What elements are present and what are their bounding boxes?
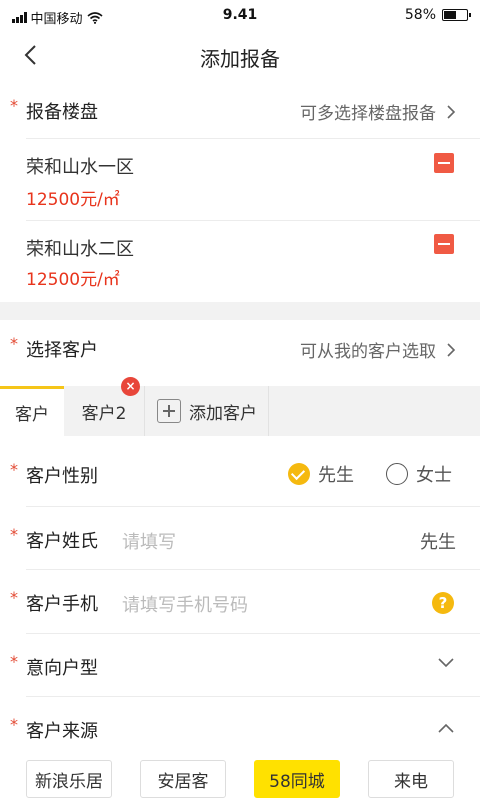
source-chip[interactable]: 安居客 <box>140 760 226 798</box>
customer-tabs: 客户 客户2 × 添加客户 <box>0 377 480 436</box>
tab-label: 客户2 <box>81 403 127 424</box>
house-type-label: 意向户型 <box>26 658 98 679</box>
surname-label: 客户姓氏 <box>26 531 98 552</box>
required-mark: * <box>10 96 18 115</box>
battery-icon <box>442 9 471 21</box>
add-customer-label: 添加客户 <box>189 403 257 424</box>
project-label: 报备楼盘 <box>26 102 98 123</box>
gender-option-label: 先生 <box>318 465 354 486</box>
house-type-row[interactable]: * 意向户型 <box>0 634 480 696</box>
gender-option-female[interactable]: 女士 <box>386 461 452 487</box>
close-tab-icon[interactable]: × <box>121 377 140 396</box>
required-mark: * <box>10 460 18 479</box>
surname-input[interactable]: 请填写 <box>122 528 176 554</box>
customer-select-label: 选择客户 <box>26 340 98 361</box>
source-label: 客户来源 <box>26 721 98 742</box>
gender-option-label: 女士 <box>416 465 452 486</box>
source-row[interactable]: * 客户来源 <box>0 697 480 759</box>
required-mark: * <box>10 525 18 544</box>
radio-checked-icon <box>288 463 310 485</box>
phone-input[interactable]: 请填写手机号码 <box>122 591 248 617</box>
source-chip-selected[interactable]: 58同城 <box>254 760 340 798</box>
phone-row[interactable]: * 客户手机 请填写手机号码 ? <box>0 570 480 632</box>
project-price: 12500元/㎡ <box>26 270 120 290</box>
battery-percent: 58% <box>404 7 436 23</box>
nav-bar: 添加报备 <box>0 34 480 78</box>
page-title: 添加报备 <box>200 47 280 71</box>
customer-select-row[interactable]: * 选择客户 可从我的客户选取 <box>0 322 480 374</box>
project-select-row[interactable]: * 报备楼盘 可多选择楼盘报备 <box>0 88 480 138</box>
gender-option-male[interactable]: 先生 <box>288 461 354 487</box>
add-customer-button[interactable]: 添加客户 <box>145 386 269 436</box>
gender-label: 客户性别 <box>26 466 98 487</box>
project-name: 荣和山水二区 <box>26 239 134 260</box>
phone-label: 客户手机 <box>26 594 98 615</box>
chevron-up-icon <box>438 723 454 733</box>
project-price: 12500元/㎡ <box>26 190 120 210</box>
tab-divider <box>268 386 269 436</box>
plus-icon <box>157 399 181 423</box>
radio-unchecked-icon <box>386 463 408 485</box>
customer-select-hint: 可从我的客户选取 <box>300 342 436 362</box>
source-chip[interactable]: 来电 <box>368 760 454 798</box>
remove-project-icon[interactable] <box>434 153 454 173</box>
remove-project-icon[interactable] <box>434 234 454 254</box>
source-chip[interactable]: 新浪乐居 <box>26 760 112 798</box>
gender-row: * 客户性别 先生 女士 <box>0 440 480 506</box>
required-mark: * <box>10 715 18 734</box>
tab-label: 客户 <box>15 405 49 425</box>
surname-row[interactable]: * 客户姓氏 请填写 先生 <box>0 507 480 569</box>
project-name: 荣和山水一区 <box>26 157 134 178</box>
required-mark: * <box>10 588 18 607</box>
chevron-right-icon <box>447 104 456 119</box>
help-icon[interactable]: ? <box>432 592 454 614</box>
section-separator <box>0 302 480 320</box>
required-mark: * <box>10 652 18 671</box>
project-hint: 可多选择楼盘报备 <box>300 104 436 124</box>
tab-customer-1[interactable]: 客户 <box>0 386 64 436</box>
project-item: 荣和山水二区 12500元/㎡ <box>0 221 480 301</box>
chevron-down-icon <box>438 658 454 668</box>
surname-suffix: 先生 <box>420 532 456 553</box>
project-item: 荣和山水一区 12500元/㎡ <box>0 139 480 219</box>
status-bar: 中国移动 9.41 58% <box>0 0 480 34</box>
chevron-right-icon <box>447 342 456 357</box>
required-mark: * <box>10 334 18 353</box>
